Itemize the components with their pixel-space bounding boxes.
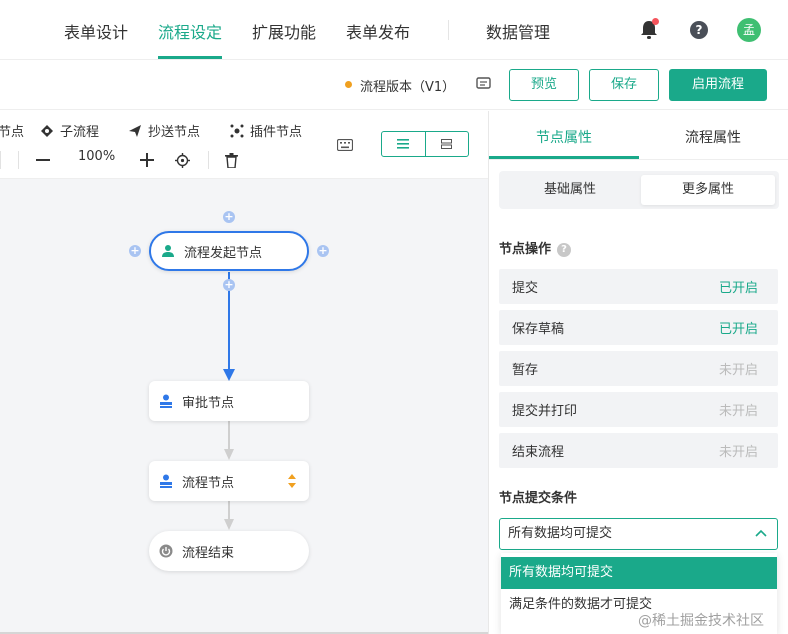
op-label: 保存草稿 [512,322,565,337]
node-ops-heading: 节点操作? [499,238,572,257]
flow-start-node[interactable]: 流程发起节点 [149,231,309,271]
panel-tab-border [489,159,788,160]
add-node-bottom-icon[interactable]: + [223,279,235,291]
arrow-head-blue [223,369,235,381]
op-label: 提交 [512,281,539,296]
select-value: 所有数据均可提交 [508,526,613,541]
nav-tab-form-publish[interactable]: 表单发布 [346,19,410,43]
preview-button[interactable]: 预览 [509,69,579,101]
subtab-more[interactable]: 更多属性 [641,175,775,205]
op-status[interactable]: 已开启 [719,318,758,337]
save-button[interactable]: 保存 [589,69,659,101]
op-label: 结束流程 [512,445,565,460]
flow-approve-label: 审批节点 [182,395,235,411]
submit-condition-heading: 节点提交条件 [499,491,578,506]
flow-approve-node[interactable]: 审批节点 [149,381,309,421]
nav-divider [448,20,449,40]
sort-icon[interactable] [287,473,297,489]
chevron-up-icon [755,529,767,537]
op-label: 暂存 [512,363,539,378]
property-panel: 节点属性 流程属性 基础属性 更多属性 节点操作? 提交 已开启 保存草稿 已开… [488,111,788,634]
enable-flow-button[interactable]: 启用流程 [669,69,767,101]
dropdown-option-all[interactable]: 所有数据均可提交 [501,557,777,589]
flow-start-label: 流程发起节点 [184,245,263,261]
flow-end-label: 流程结束 [182,545,235,561]
submit-condition-select[interactable]: 所有数据均可提交 [499,518,778,550]
op-row-end-flow[interactable]: 结束流程 未开启 [499,433,778,468]
avatar[interactable]: 孟 [737,18,761,42]
op-row-submit[interactable]: 提交 已开启 [499,269,778,304]
tab-flow-properties[interactable]: 流程属性 [685,127,741,147]
flow-version-label[interactable]: 流程版本（V1） [360,76,455,95]
op-label: 提交并打印 [512,404,578,419]
user-icon [162,245,174,257]
help-question-icon[interactable]: ? [557,242,572,257]
power-icon [159,544,173,558]
op-status[interactable]: 未开启 [719,441,758,460]
add-node-left-icon[interactable]: + [129,245,141,257]
add-node-right-icon[interactable]: + [317,245,329,257]
nav-tab-extensions[interactable]: 扩展功能 [252,19,316,43]
op-status[interactable]: 未开启 [719,359,758,378]
op-row-stash[interactable]: 暂存 未开启 [499,351,778,386]
app-root: 表单设计 流程设定 扩展功能 表单发布 数据管理 ? 孟 流程版本（V1） 预览… [0,0,788,634]
nav-active-underline [158,56,222,59]
nav-tab-form-design[interactable]: 表单设计 [64,19,128,43]
op-status[interactable]: 未开启 [719,400,758,419]
flow-canvas[interactable]: 节点 子流程 抄送节点 插件节点 100% + + + + 流程发起节点 审批节… [0,111,488,634]
nav-tab-data-manage[interactable]: 数据管理 [486,19,550,43]
approver-icon [160,474,172,488]
op-row-save-draft[interactable]: 保存草稿 已开启 [499,310,778,345]
flow-process-label: 流程节点 [182,475,235,491]
version-status-dot [345,81,352,88]
arrow-head-grey [224,519,234,530]
flow-end-node[interactable]: 流程结束 [149,531,309,571]
top-nav: 表单设计 流程设定 扩展功能 表单发布 数据管理 ? 孟 [0,0,788,60]
node-ops-title: 节点操作 [499,242,552,257]
op-status[interactable]: 已开启 [719,277,758,296]
flow-process-node[interactable]: 流程节点 [149,461,309,501]
add-node-top-icon[interactable]: + [223,211,235,223]
op-row-submit-print[interactable]: 提交并打印 未开启 [499,392,778,427]
help-icon[interactable]: ? [690,21,708,39]
property-subtabs: 基础属性 更多属性 [499,171,779,209]
nav-tab-flow-settings[interactable]: 流程设定 [158,19,222,43]
subtab-basic[interactable]: 基础属性 [503,175,637,205]
approver-icon [160,394,172,408]
watermark: @稀土掘金技术社区 [638,613,764,629]
tab-node-properties[interactable]: 节点属性 [536,127,592,147]
comment-icon[interactable] [476,77,491,91]
notification-dot [652,18,659,25]
arrow-head-grey [224,449,234,460]
